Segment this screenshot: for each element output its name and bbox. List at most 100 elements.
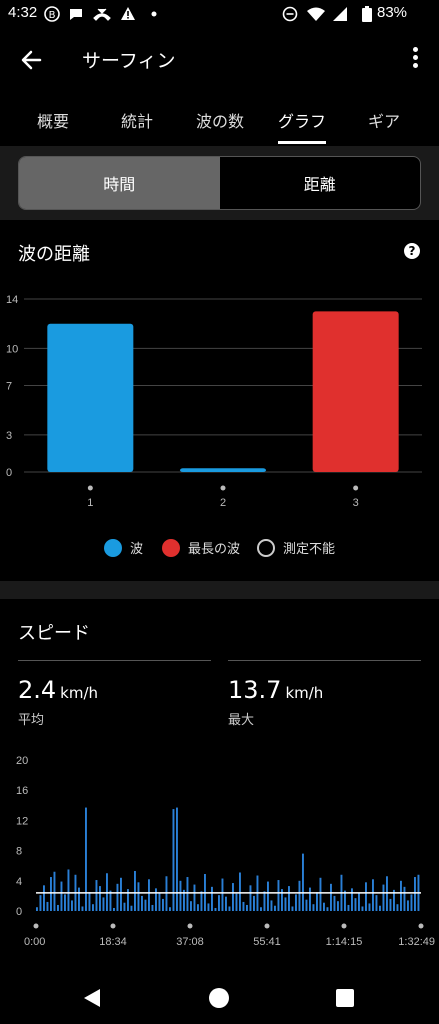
speed-bar-54: [225, 896, 227, 911]
speed-bar-37: [165, 876, 168, 911]
legend-item-unmeasurable: 測定不能: [257, 538, 335, 557]
speed-bar-51: [214, 907, 217, 911]
overflow-menu-icon[interactable]: [405, 44, 425, 76]
wave-y-tick-label-2: 7: [6, 381, 12, 393]
wave-y-tick-label-4: 14: [6, 294, 18, 306]
speed-bar-12: [78, 887, 80, 911]
speed-bar-33: [151, 904, 154, 911]
speed-bar-24: [120, 877, 122, 911]
speed-bar-2: [43, 885, 45, 911]
app-bar: サーフィン: [0, 28, 439, 92]
tab-waves[interactable]: 波の数: [180, 108, 260, 132]
speed-bar-98: [379, 905, 381, 911]
speed-bar-9: [67, 869, 70, 911]
speed-x-tick-dot-0: [33, 923, 39, 929]
speed-bar-61: [249, 885, 252, 911]
back-arrow-icon[interactable]: [14, 42, 50, 78]
speed-bar-59: [242, 901, 245, 911]
speed-x-tick-dot-2: [187, 923, 193, 929]
dnd-icon: [282, 6, 298, 22]
wave-x-tick-label-1: 1: [87, 497, 93, 509]
speed-bar-107: [410, 894, 413, 911]
speed-x-tick-label-3: 55:41: [253, 936, 281, 948]
nav-recents-icon[interactable]: [333, 986, 357, 1010]
avg-divider: [18, 660, 211, 661]
speed-bar-81: [319, 877, 322, 911]
speed-bar-89: [347, 904, 350, 911]
signal-icon: [333, 7, 347, 21]
wave-y-tick-label-1: 3: [6, 430, 12, 442]
wave-distance-chart: 0 3 7 10 14 1 2 3: [6, 294, 422, 509]
tab-overview[interactable]: 概要: [13, 108, 93, 132]
speed-bar-34: [155, 888, 157, 911]
wave-bar-1: [47, 323, 134, 472]
speed-bar-20: [106, 873, 108, 911]
tab-gear[interactable]: ギア: [344, 108, 424, 132]
speed-bar-36: [162, 898, 164, 911]
nav-back-icon[interactable]: [80, 986, 104, 1010]
speed-bar-82: [323, 902, 325, 911]
max-divider: [228, 660, 421, 661]
legend-item-wave: 波: [104, 538, 143, 557]
speed-y-tick-label-4: 16: [16, 785, 28, 797]
wave-x-tick-dot-2: [220, 485, 226, 491]
avg-speed-label: 平均: [18, 713, 45, 728]
wave-x-tick-dot-3: [353, 485, 359, 491]
speed-bar-95: [368, 903, 371, 911]
max-speed-unit: km/h: [285, 684, 324, 702]
wave-bar-2: [180, 468, 266, 472]
speed-bar-92: [358, 892, 360, 911]
speed-x-tick-dot-3: [264, 923, 270, 929]
speed-y-tick-label-1: 4: [16, 876, 22, 888]
speed-bar-97: [375, 895, 378, 911]
speed-bar-50: [211, 886, 213, 911]
tab-stats[interactable]: 統計: [97, 108, 177, 132]
status-time: 4:32: [8, 4, 38, 21]
speed-bar-100: [386, 876, 388, 911]
speed-bar-30: [141, 895, 143, 911]
speed-x-tick-dot-4: [341, 923, 347, 929]
tab-graph[interactable]: グラフ: [262, 108, 342, 132]
speed-bar-44: [190, 901, 192, 911]
wave-legend: 波 最長の波 測定不能: [0, 538, 439, 560]
speed-bar-23: [116, 883, 119, 911]
battery-icon: [362, 6, 372, 22]
speed-bar-21: [109, 890, 112, 911]
nav-home-icon[interactable]: [207, 986, 231, 1010]
segment-time[interactable]: 時間: [19, 157, 220, 209]
speed-bar-7: [60, 881, 63, 911]
speed-bar-43: [186, 877, 189, 911]
speed-bar-55: [228, 906, 231, 911]
speed-bar-66: [267, 881, 269, 911]
speed-bar-28: [134, 870, 136, 911]
speed-bar-6: [57, 904, 59, 911]
speed-bar-67: [270, 900, 273, 911]
system-nav-bar: [0, 970, 439, 1024]
speed-bar-68: [274, 905, 276, 911]
speed-bar-3: [46, 901, 49, 911]
speed-bar-96: [372, 879, 374, 911]
speed-x-tick-label-1: 18:34: [99, 936, 127, 948]
legend-label-longest: 最長の波: [188, 542, 241, 557]
speed-chart: 0 4 8 12 16 20 0:00 18:34 37:08 55:41 1:14:15 1:32:…: [16, 755, 435, 948]
speed-bar-25: [123, 902, 126, 911]
speed-bar-93: [361, 906, 364, 911]
speed-bar-105: [403, 886, 406, 911]
speed-bar-71: [284, 897, 287, 911]
speed-bar-10: [71, 900, 73, 911]
max-speed-value: 13.7 km/h: [228, 676, 323, 704]
avg-speed-number: 2.4: [18, 676, 57, 704]
speed-bar-75: [298, 880, 301, 911]
speed-x-tick-dot-1: [110, 923, 116, 929]
speed-bar-104: [400, 880, 402, 911]
help-icon[interactable]: ?: [404, 243, 420, 259]
segment-distance[interactable]: 距離: [220, 157, 421, 209]
speed-bar-0: [36, 907, 38, 911]
speed-bar-16: [92, 904, 94, 911]
speed-x-tick-label-2: 37:08: [176, 936, 204, 948]
speed-title: スピード: [18, 623, 90, 644]
chat-icon: [70, 9, 82, 20]
speed-bar-94: [365, 882, 367, 911]
avg-speed-unit: km/h: [60, 684, 99, 702]
tab-bar: 概要 統計 波の数 グラフ ギア: [0, 96, 439, 146]
